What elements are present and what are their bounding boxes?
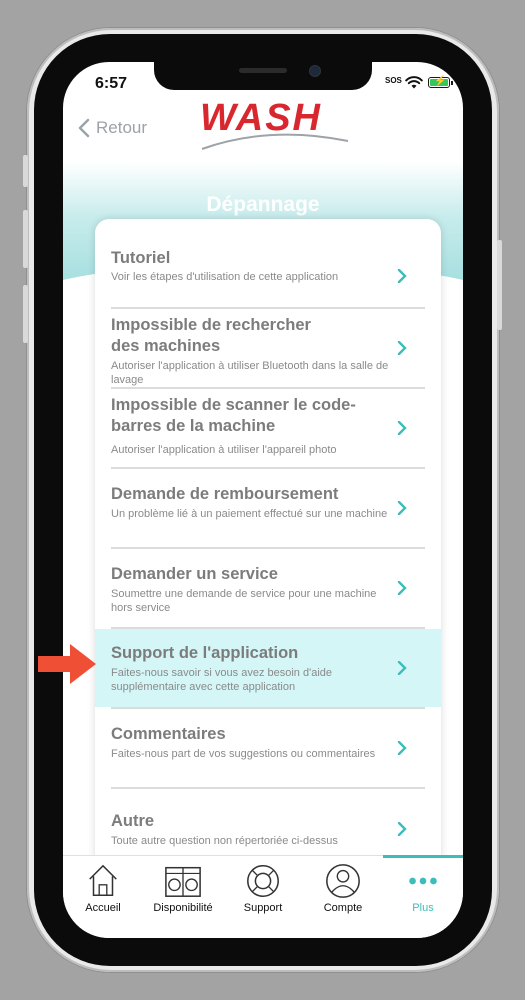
chevron-right-icon: [397, 581, 407, 595]
tab-accueil[interactable]: Accueil: [63, 860, 143, 920]
menu-item[interactable]: Demande de remboursement Un problème lié …: [95, 469, 441, 547]
volume-down-button: [23, 285, 28, 343]
page-title: Dépannage: [206, 193, 320, 216]
chevron-right-icon: [397, 501, 407, 515]
menu-item[interactable]: Support de l'application Faites-nous savo…: [95, 629, 441, 707]
menu-item-description: Voir les étapes d'utilisation de cette a…: [111, 271, 339, 283]
menu-item[interactable]: Demander un service Soumettre une demande…: [95, 549, 441, 627]
troubleshooting-menu: Tutoriel Voir les étapes d'utilisation de…: [95, 219, 441, 869]
chevron-right-icon: [397, 822, 407, 836]
menu-item-title: Autre: [111, 812, 155, 830]
tab-disponibilit[interactable]: Disponibilité: [143, 860, 223, 920]
menu-item-title: Tutoriel: [111, 249, 171, 267]
notch: [154, 62, 372, 90]
menu-item-description: Soumettre une demande de service pour un…: [111, 588, 377, 614]
volume-up-button: [23, 210, 28, 268]
menu-item[interactable]: Impossible de rechercher des machines Aut…: [95, 309, 441, 387]
lifebuoy-icon: [243, 862, 283, 900]
chevron-right-icon: [397, 421, 407, 435]
wifi-icon: [405, 76, 423, 89]
menu-item-description: Autoriser l'application à utiliser Bluet…: [111, 360, 389, 386]
tab-compte[interactable]: Compte: [303, 860, 383, 920]
menu-item-title: Demander un service: [111, 565, 278, 583]
menu-item-description: Autoriser l'application à utiliser l'app…: [111, 444, 337, 456]
chevron-right-icon: [397, 269, 407, 283]
speaker-grill: [239, 68, 287, 73]
silent-switch: [23, 155, 28, 187]
tab-label: Accueil: [85, 902, 121, 914]
menu-item-title: Commentaires: [111, 725, 226, 743]
menu-item-description: Faites-nous savoir si vous avez besoin d…: [111, 667, 332, 693]
logo-swoosh: [201, 133, 349, 150]
menu-item-title: Impossible de scanner le code-barres de …: [111, 396, 356, 435]
chevron-right-icon: [397, 341, 407, 355]
menu-item[interactable]: Tutoriel Voir les étapes d'utilisation de…: [95, 219, 441, 307]
app-screen: 6:57 SOS ⚡ Retour WASH Dépannage Tutorie…: [63, 62, 463, 938]
menu-item-description: Un problème lié à un paiement effectué s…: [111, 508, 388, 520]
status-time: 6:57: [95, 75, 128, 92]
power-button: [497, 240, 502, 330]
menu-item[interactable]: Impossible de scanner le code-barres de …: [95, 389, 441, 467]
sos-indicator: SOS: [385, 76, 402, 85]
tab-label: Plus: [412, 902, 434, 914]
menu-item-description: Faites-nous part de vos suggestions ou c…: [111, 748, 376, 760]
active-tab-indicator: [383, 855, 463, 858]
menu-item-title: Demande de remboursement: [111, 485, 339, 503]
washer-dryer-icon: [163, 862, 203, 900]
battery-tip: [451, 81, 453, 85]
chevron-right-icon: [397, 661, 407, 675]
tab-label: Disponibilité: [153, 902, 213, 914]
menu-item-title: Impossible de rechercher des machines: [111, 316, 311, 355]
menu-item-description: Toute autre question non répertoriée ci-…: [111, 835, 338, 847]
back-button[interactable]: Retour: [77, 118, 147, 138]
more-dots-icon: [403, 862, 443, 900]
tab-label: Compte: [323, 902, 363, 914]
wash-logo: WASH: [200, 97, 350, 157]
front-camera: [309, 65, 321, 77]
tab-label: Support: [243, 902, 283, 914]
tab-support[interactable]: Support: [223, 860, 303, 920]
menu-item[interactable]: Commentaires Faites-nous part de vos sugg…: [95, 709, 441, 787]
home-icon: [83, 862, 123, 900]
tab-bar: Accueil Disponibilité Support Compte Plus: [63, 855, 463, 938]
person-icon: [323, 862, 363, 900]
pointer-arrow: [38, 644, 96, 684]
back-label: Retour: [96, 118, 148, 137]
chevron-left-icon: [78, 118, 90, 138]
chevron-right-icon: [397, 741, 407, 755]
battery-icon: ⚡: [428, 76, 450, 88]
tab-plus[interactable]: Plus: [383, 855, 463, 920]
menu-item-title: Support de l'application: [111, 644, 299, 662]
